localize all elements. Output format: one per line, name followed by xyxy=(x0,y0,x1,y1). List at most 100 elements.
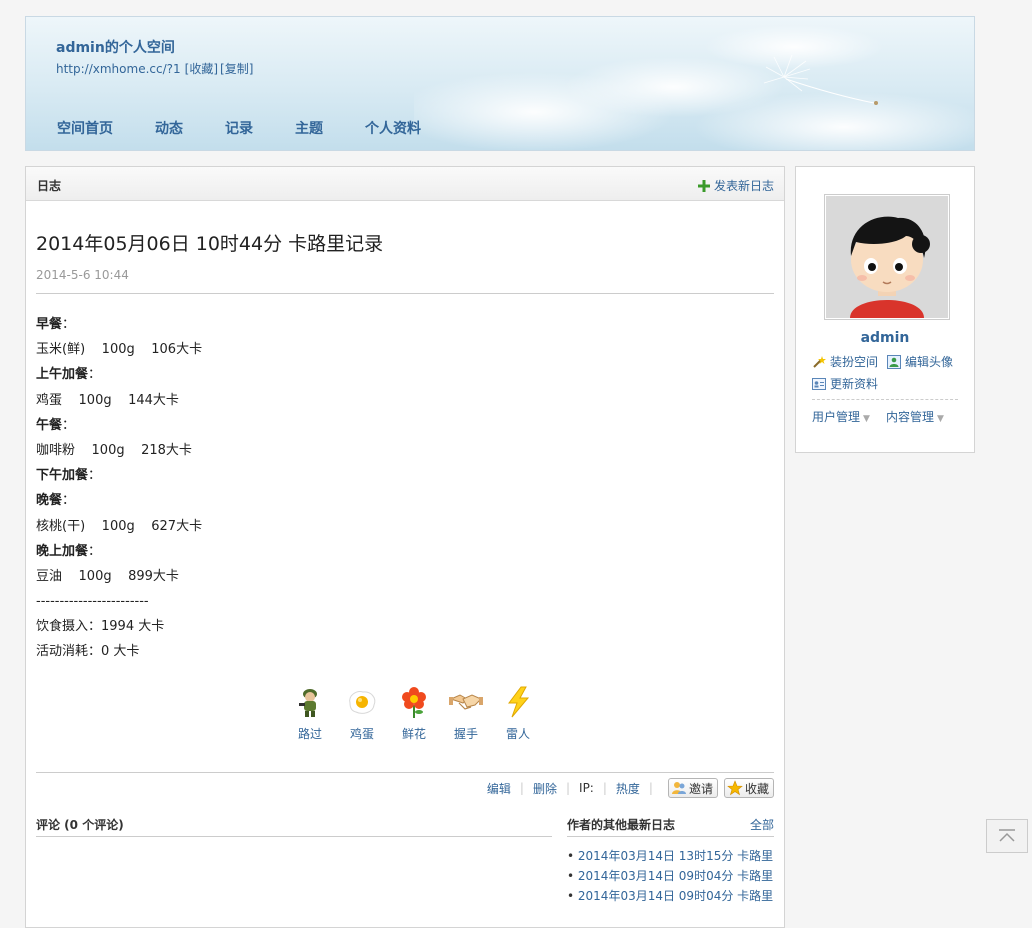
new-post-link[interactable]: 发表新日志 xyxy=(697,177,774,194)
reaction-label: 鸡蛋 xyxy=(349,727,374,741)
separator: | xyxy=(565,781,571,795)
user-manage-menu[interactable]: 用户管理 ▼ xyxy=(812,408,870,425)
username[interactable]: admin xyxy=(796,330,974,346)
delete-link[interactable]: 删除 xyxy=(533,780,557,797)
nav-profile[interactable]: 个人资料 xyxy=(365,118,421,138)
divider xyxy=(812,399,958,400)
id-card-icon xyxy=(812,377,826,390)
dress-space-label: 装扮空间 xyxy=(830,355,879,369)
comments-title: 评论 (0 个评论) xyxy=(36,818,124,832)
space-title[interactable]: admin的个人空间 xyxy=(56,37,175,57)
invite-label: 邀请 xyxy=(688,781,713,796)
picture-icon xyxy=(887,354,901,369)
reaction-lightning[interactable]: 雷人 xyxy=(492,685,544,742)
caret-down-icon: ▼ xyxy=(937,414,944,424)
nav-home[interactable]: 空间首页 xyxy=(57,118,113,138)
flower-icon xyxy=(402,687,426,718)
space-url[interactable]: http://xmhome.cc/?1 xyxy=(56,62,181,76)
favorite-label: 收藏 xyxy=(744,781,769,796)
post-line: 晚上加餐： xyxy=(36,543,102,559)
plus-icon xyxy=(697,179,710,192)
post-line: 晚餐： xyxy=(36,493,76,509)
post-line: 饮食摄入：1994 大卡 xyxy=(36,619,165,635)
users-icon xyxy=(671,782,686,794)
blog-main-panel: 日志 发表新日志 2014年05月06日 10时44分 卡路里记录 2014-5… xyxy=(25,166,785,928)
post-title: 2014年05月06日 10时44分 卡路里记录 xyxy=(36,233,384,255)
avatar[interactable] xyxy=(824,194,950,320)
post-actions: 编辑 | 删除 | IP: | 热度 | 邀请 收藏 xyxy=(487,778,774,798)
edit-avatar-label: 编辑头像 xyxy=(905,355,954,369)
other-posts-list: 2014年03月14日 13时15分 卡路里 2014年03月14日 09时04… xyxy=(567,846,773,906)
reaction-bar: 路过 鸡蛋 鲜花 握手 雷人 xyxy=(284,685,544,742)
divider xyxy=(36,836,552,837)
post-body: 早餐： 玉米(鲜) 100g 106大卡 上午加餐： 鸡蛋 100g 144大卡… xyxy=(36,312,774,665)
other-posts-title: 作者的其他最新日志 xyxy=(567,818,676,832)
list-item[interactable]: 2014年03月14日 13时15分 卡路里 xyxy=(567,846,773,866)
nav-records[interactable]: 记录 xyxy=(225,118,253,138)
content-manage-label: 内容管理 xyxy=(886,410,935,424)
separator: | xyxy=(602,781,607,795)
post-line: 早餐： xyxy=(36,317,76,332)
list-item[interactable]: 2014年03月14日 09时04分 卡路里 xyxy=(567,866,773,886)
post-line: 核桃(干) 100g 627大卡 xyxy=(36,518,203,534)
handshake-icon xyxy=(449,694,483,710)
edit-link[interactable]: 编辑 xyxy=(487,780,511,797)
separator: | xyxy=(648,781,653,795)
post-line: 玉米(鲜) 100g 106大卡 xyxy=(36,342,203,358)
reaction-label: 握手 xyxy=(453,727,478,741)
update-profile-label: 更新资料 xyxy=(830,377,879,391)
arrow-up-icon xyxy=(999,829,1015,842)
space-url-row: http://xmhome.cc/?1 [收藏] [复制] xyxy=(56,60,257,77)
collect-link[interactable]: [收藏] xyxy=(185,62,218,76)
header-sky-decoration xyxy=(414,25,974,150)
reaction-label: 路过 xyxy=(297,727,322,741)
separator: | xyxy=(519,781,524,795)
post-date: 2014-5-6 10:44 xyxy=(36,268,129,282)
dress-space-link[interactable]: 装扮空间 xyxy=(812,353,878,370)
user-manage-label: 用户管理 xyxy=(812,410,861,424)
favorite-button[interactable]: 收藏 xyxy=(723,778,774,798)
avatar-image xyxy=(826,196,948,318)
caret-down-icon: ▼ xyxy=(863,414,870,424)
post-line: 午餐： xyxy=(36,417,76,433)
reaction-flower[interactable]: 鲜花 xyxy=(388,685,440,742)
reaction-label: 雷人 xyxy=(505,727,530,741)
update-profile-link[interactable]: 更新资料 xyxy=(812,375,878,392)
lightning-icon xyxy=(508,686,530,718)
space-nav: 空间首页 动态 记录 主题 个人资料 xyxy=(57,118,463,138)
list-item[interactable]: 2014年03月14日 09时04分 卡路里 xyxy=(567,886,773,906)
soldier-icon xyxy=(299,689,317,717)
panel-title-bar: 日志 发表新日志 xyxy=(26,167,784,201)
new-post-label: 发表新日志 xyxy=(713,179,774,193)
post-line: 咖啡粉 100g 218大卡 xyxy=(36,442,192,458)
panel-title: 日志 xyxy=(37,179,62,193)
other-posts-all-link[interactable]: 全部 xyxy=(750,816,774,833)
edit-avatar-link[interactable]: 编辑头像 xyxy=(887,353,953,370)
ip-label: IP: xyxy=(579,781,594,795)
post-line: 上午加餐： xyxy=(36,367,102,383)
profile-sidebar: admin 装扮空间 编辑头像 更新资料 用户管理 ▼ 内容管理 ▼ xyxy=(795,166,975,453)
space-header: admin的个人空间 http://xmhome.cc/?1 [收藏] [复制] 空… xyxy=(25,16,975,151)
divider xyxy=(36,293,774,294)
invite-button[interactable]: 邀请 xyxy=(667,778,718,798)
divider xyxy=(567,836,774,837)
post-line: 鸡蛋 100g 144大卡 xyxy=(36,392,179,408)
reaction-pass[interactable]: 路过 xyxy=(284,685,336,742)
post-line: 下午加餐： xyxy=(36,468,102,484)
content-manage-menu[interactable]: 内容管理 ▼ xyxy=(886,408,944,425)
nav-topics[interactable]: 主题 xyxy=(295,118,323,138)
copy-link[interactable]: [复制] xyxy=(220,62,253,76)
post-line: ------------------------ xyxy=(36,594,149,610)
star-icon xyxy=(727,780,743,796)
divider xyxy=(36,772,774,773)
reaction-egg[interactable]: 鸡蛋 xyxy=(336,685,388,742)
back-to-top-button[interactable] xyxy=(986,819,1028,853)
post-line: 活动消耗：0 大卡 xyxy=(36,644,140,660)
wand-icon xyxy=(813,355,826,368)
reaction-label: 鲜花 xyxy=(401,727,426,741)
nav-feed[interactable]: 动态 xyxy=(155,118,183,138)
heat-link[interactable]: 热度 xyxy=(616,780,640,797)
post-line: 豆油 100g 899大卡 xyxy=(36,568,179,584)
egg-icon xyxy=(349,691,376,714)
reaction-handshake[interactable]: 握手 xyxy=(440,685,492,742)
